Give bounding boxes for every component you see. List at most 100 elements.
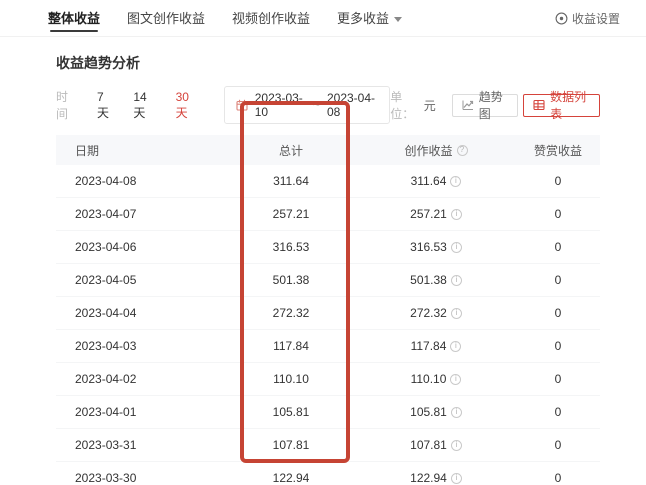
cell-total: 122.94 — [226, 471, 356, 485]
table-row: 2023-04-06 316.53 316.53 i 0 — [56, 231, 600, 264]
date-range-start: 2023-03-10 — [255, 91, 306, 119]
cell-date: 2023-04-08 — [56, 174, 226, 188]
info-icon[interactable]: i — [451, 242, 462, 253]
table-row: 2023-04-05 501.38 501.38 i 0 — [56, 264, 600, 297]
cell-creation-value: 501.38 — [410, 273, 447, 287]
cell-creation: 311.64 i — [356, 174, 516, 188]
cell-total: 501.38 — [226, 273, 356, 287]
date-range-end: 2023-04-08 — [327, 91, 378, 119]
cell-creation-value: 117.84 — [411, 339, 447, 353]
cell-total: 110.10 — [226, 372, 356, 386]
table-row: 2023-03-31 107.81 107.81 i 0 — [56, 429, 600, 462]
cell-creation: 122.94 i — [356, 471, 516, 485]
help-icon[interactable]: ? — [457, 145, 468, 156]
cell-creation-value: 257.21 — [410, 207, 447, 221]
cell-total: 272.32 — [226, 306, 356, 320]
filter-row: 时间 7天 14天 30天 2023-03-10 ~ 2023-04-08 单位… — [56, 86, 600, 124]
cell-appreciation: 0 — [516, 405, 600, 419]
table-row: 2023-04-01 105.81 105.81 i 0 — [56, 396, 600, 429]
cell-creation-value: 311.64 — [411, 174, 447, 188]
info-icon[interactable]: i — [450, 374, 461, 385]
time-filter-label: 时间 — [56, 88, 77, 122]
info-icon[interactable]: i — [450, 341, 461, 352]
cell-date: 2023-03-30 — [56, 471, 226, 485]
range-7d-button[interactable]: 7天 — [97, 90, 113, 121]
cell-appreciation: 0 — [516, 471, 600, 485]
cell-creation: 105.81 i — [356, 405, 516, 419]
table-row: 2023-04-07 257.21 257.21 i 0 — [56, 198, 600, 231]
info-icon[interactable]: i — [451, 440, 462, 451]
cell-creation-value: 107.81 — [410, 438, 447, 452]
cell-creation-value: 122.94 — [410, 471, 447, 485]
data-list-button[interactable]: 数据列表 — [523, 94, 600, 117]
column-header-date: 日期 — [56, 142, 226, 159]
top-tab-bar: 整体收益 图文创作收益 视频创作收益 更多收益 收益设置 — [0, 0, 646, 37]
earnings-settings-button[interactable]: 收益设置 — [555, 10, 620, 27]
column-header-creation: 创作收益 ? — [356, 142, 516, 159]
info-icon[interactable]: i — [451, 275, 462, 286]
cell-date: 2023-04-01 — [56, 405, 226, 419]
cell-creation: 117.84 i — [356, 339, 516, 353]
line-chart-icon — [462, 99, 474, 111]
tab-more-earnings-label: 更多收益 — [337, 11, 389, 26]
cell-creation-value: 105.81 — [410, 405, 447, 419]
range-30d-button[interactable]: 30天 — [176, 90, 198, 121]
earnings-table: 日期 总计 创作收益 ? 赞赏收益 2023-04-08 311.64 311.… — [56, 135, 600, 485]
date-range-separator: ~ — [313, 98, 320, 112]
table-header-row: 日期 总计 创作收益 ? 赞赏收益 — [56, 135, 600, 165]
cell-total: 117.84 — [226, 339, 356, 353]
cell-date: 2023-04-06 — [56, 240, 226, 254]
cell-appreciation: 0 — [516, 438, 600, 452]
cell-creation: 316.53 i — [356, 240, 516, 254]
trend-chart-button[interactable]: 趋势图 — [452, 94, 518, 117]
cell-total: 105.81 — [226, 405, 356, 419]
tab-more-earnings[interactable]: 更多收益 — [337, 0, 402, 37]
cell-date: 2023-03-31 — [56, 438, 226, 452]
chevron-down-icon — [394, 17, 402, 22]
table-row: 2023-04-04 272.32 272.32 i 0 — [56, 297, 600, 330]
range-14d-button[interactable]: 14天 — [133, 90, 155, 121]
cell-creation-value: 272.32 — [410, 306, 447, 320]
table-icon — [533, 99, 545, 111]
column-header-appreciation: 赞赏收益 — [516, 142, 600, 159]
cell-total: 257.21 — [226, 207, 356, 221]
cell-date: 2023-04-05 — [56, 273, 226, 287]
cell-creation: 107.81 i — [356, 438, 516, 452]
cell-total: 316.53 — [226, 240, 356, 254]
table-row: 2023-04-02 110.10 110.10 i 0 — [56, 363, 600, 396]
tab-article-earnings[interactable]: 图文创作收益 — [127, 0, 205, 37]
cell-appreciation: 0 — [516, 207, 600, 221]
cell-appreciation: 0 — [516, 273, 600, 287]
cell-appreciation: 0 — [516, 372, 600, 386]
date-range-picker[interactable]: 2023-03-10 ~ 2023-04-08 — [224, 86, 390, 124]
tab-video-earnings[interactable]: 视频创作收益 — [232, 0, 310, 37]
cell-date: 2023-04-02 — [56, 372, 226, 386]
info-icon[interactable]: i — [451, 473, 462, 484]
cell-creation: 257.21 i — [356, 207, 516, 221]
cell-creation: 501.38 i — [356, 273, 516, 287]
cell-date: 2023-04-07 — [56, 207, 226, 221]
trend-chart-label: 趋势图 — [479, 88, 508, 122]
column-header-total: 总计 — [226, 142, 356, 159]
page-title: 收益趋势分析 — [56, 53, 600, 73]
cell-appreciation: 0 — [516, 339, 600, 353]
cell-creation: 110.10 i — [356, 372, 516, 386]
cell-appreciation: 0 — [516, 240, 600, 254]
cell-appreciation: 0 — [516, 306, 600, 320]
cell-creation-value: 316.53 — [410, 240, 447, 254]
info-icon[interactable]: i — [450, 176, 461, 187]
tab-overall-earnings[interactable]: 整体收益 — [48, 0, 100, 37]
info-icon[interactable]: i — [451, 407, 462, 418]
table-row: 2023-04-03 117.84 117.84 i 0 — [56, 330, 600, 363]
data-list-label: 数据列表 — [550, 88, 590, 122]
info-icon[interactable]: i — [451, 308, 462, 319]
table-row: 2023-03-30 122.94 122.94 i 0 — [56, 462, 600, 485]
cell-total: 107.81 — [226, 438, 356, 452]
info-icon[interactable]: i — [451, 209, 462, 220]
cell-total: 311.64 — [226, 174, 356, 188]
unit-value: 元 — [424, 97, 436, 114]
unit-label: 单位： — [390, 88, 422, 122]
cell-date: 2023-04-03 — [56, 339, 226, 353]
table-body: 2023-04-08 311.64 311.64 i 0 2023-04-07 … — [56, 165, 600, 485]
cell-creation-value: 110.10 — [411, 372, 447, 386]
